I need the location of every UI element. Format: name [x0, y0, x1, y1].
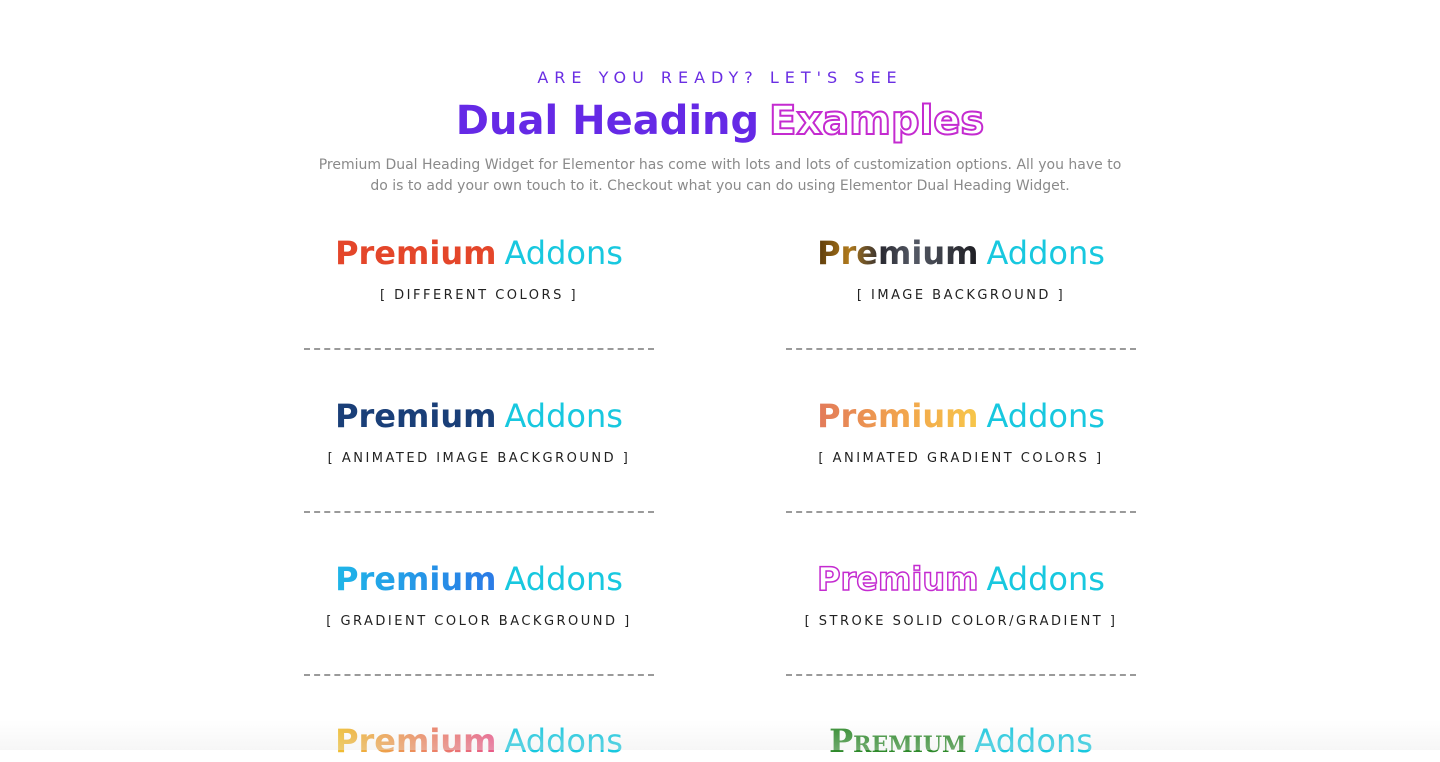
dashed-divider: [304, 348, 654, 350]
section-title-first: Dual Heading: [455, 98, 760, 144]
dashed-divider: [786, 348, 1136, 350]
dual-heading-second: Addons: [504, 397, 623, 435]
example-card-image-background: Premium Addons [ IMAGE BACKGROUND ]: [786, 232, 1136, 352]
dual-heading-second: Addons: [974, 722, 1093, 760]
dual-heading-first: Premium: [829, 722, 967, 760]
dual-heading-second: Addons: [504, 560, 623, 598]
dual-heading: Premium Addons: [786, 395, 1136, 437]
dashed-divider: [786, 511, 1136, 513]
example-card-partial-left: Premium Addons: [304, 720, 654, 760]
dual-heading-first: Premium: [817, 234, 979, 272]
dual-heading-second: Addons: [986, 234, 1105, 272]
example-card-partial-right: Premium Addons: [786, 720, 1136, 760]
example-label: [ ANIMATED IMAGE BACKGROUND ]: [327, 451, 631, 466]
dual-heading-first: Premium: [335, 722, 497, 760]
example-label: [ DIFFERENT COLORS ]: [379, 288, 579, 303]
dual-heading-second: Addons: [986, 560, 1105, 598]
dual-heading-first: Premium: [817, 397, 979, 435]
example-label: [ GRADIENT COLOR BACKGROUND ]: [326, 614, 632, 629]
dual-heading: Premium Addons: [304, 395, 654, 437]
dual-heading: Premium Addons: [304, 232, 654, 274]
dual-heading: Premium Addons: [786, 558, 1136, 600]
example-label: [ STROKE SOLID COLOR/GRADIENT ]: [804, 614, 1118, 629]
example-card-gradient-color-background: Premium Addons [ GRADIENT COLOR BACKGROUN…: [304, 558, 654, 678]
example-card-different-colors: Premium Addons [ DIFFERENT COLORS ]: [304, 232, 654, 352]
dual-heading: Premium Addons: [304, 720, 654, 762]
dashed-divider: [786, 674, 1136, 676]
example-label: [ ANIMATED GRADIENT COLORS ]: [818, 451, 1104, 466]
section-title-second: Examples: [768, 97, 985, 145]
dual-heading-second: Addons: [504, 722, 623, 760]
example-card-animated-gradient-colors: Premium Addons [ ANIMATED GRADIENT COLORS…: [786, 395, 1136, 515]
dual-heading: Premium Addons: [786, 232, 1136, 274]
section-eyebrow: ARE YOU READY? LET'S SEE: [537, 68, 903, 87]
example-label: [ IMAGE BACKGROUND ]: [856, 288, 1066, 303]
dual-heading-first: Premium: [816, 559, 979, 599]
dashed-divider: [304, 511, 654, 513]
example-card-stroke-solid-color-gradient: Premium Addons [ STROKE SOLID COLOR/GRADI…: [786, 558, 1136, 678]
bottom-fade: [0, 720, 1440, 750]
section-intro: Premium Dual Heading Widget for Elemento…: [318, 157, 1122, 194]
dual-heading-second: Addons: [504, 234, 623, 272]
dual-heading: Premium Addons: [786, 720, 1136, 762]
dual-heading-first: Premium: [335, 397, 497, 435]
dashed-divider: [304, 674, 654, 676]
section-title: Dual Heading Examples: [0, 96, 1440, 146]
example-card-animated-image-background: Premium Addons [ ANIMATED IMAGE BACKGROUN…: [304, 395, 654, 515]
dual-heading-first: Premium: [335, 560, 497, 598]
dual-heading-second: Addons: [986, 397, 1105, 435]
dual-heading: Premium Addons: [304, 558, 654, 600]
dual-heading-first: Premium: [335, 234, 497, 272]
